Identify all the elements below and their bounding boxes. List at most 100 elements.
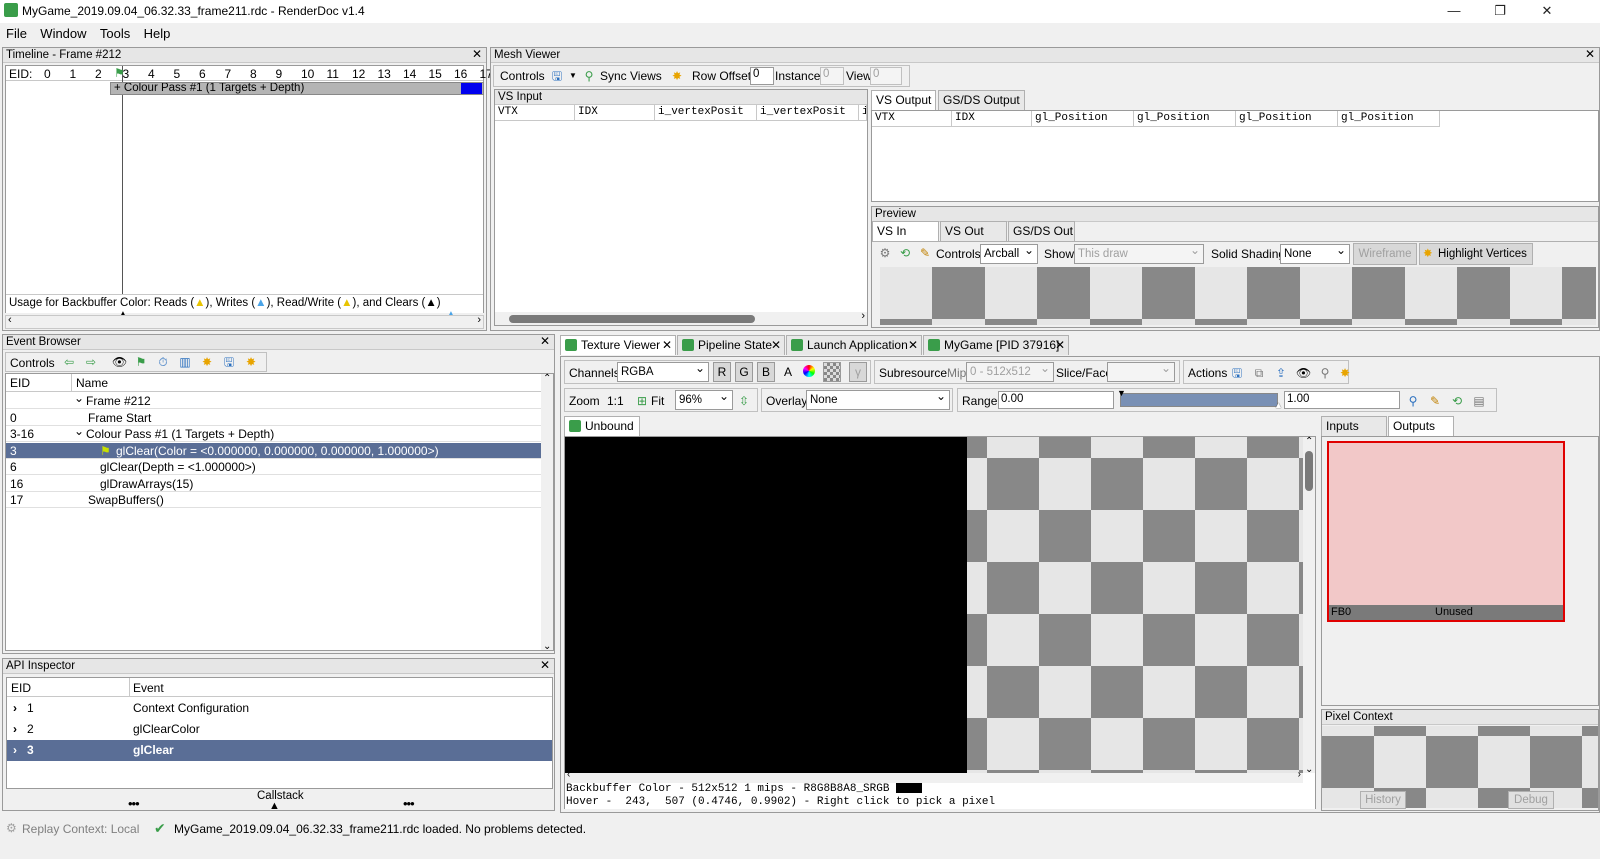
callstack-label[interactable]: Callstack bbox=[257, 790, 304, 802]
pipeline-state-tab-close-icon[interactable]: ✕ bbox=[771, 338, 781, 353]
vs-input-col-position-2[interactable]: i_vertexPosit bbox=[757, 105, 859, 121]
texture-scroll-down-icon[interactable]: ⌄ bbox=[1305, 764, 1313, 775]
range-slider[interactable] bbox=[1120, 393, 1278, 407]
save-icon[interactable]: 🖫 bbox=[550, 69, 564, 83]
eid-tick[interactable]: 12 bbox=[352, 67, 365, 81]
vs-output-col-vtx[interactable]: VTX bbox=[872, 111, 952, 127]
tab-texture-viewer[interactable]: Texture Viewer ✕ bbox=[560, 335, 676, 355]
bookmark-flag-icon[interactable]: ⚑ bbox=[134, 355, 148, 369]
left-more-dots[interactable]: ••• bbox=[128, 796, 140, 811]
flip-y-icon[interactable]: ⇳ bbox=[737, 394, 751, 408]
tab-unbound[interactable]: Unbound bbox=[564, 416, 640, 436]
expand-chevron-icon[interactable]: ⌄ bbox=[74, 390, 84, 406]
texture-scroll-left-icon[interactable]: ‹ bbox=[567, 769, 570, 780]
chart-icon[interactable]: ▥ bbox=[178, 355, 192, 369]
row-offset-input[interactable]: 0 bbox=[750, 67, 774, 85]
vs-input-col-position[interactable]: i_vertexPosit bbox=[655, 105, 757, 121]
right-more-dots[interactable]: ••• bbox=[403, 796, 415, 811]
event-col-eid[interactable]: EID bbox=[10, 376, 30, 390]
minimize-button[interactable]: — bbox=[1431, 2, 1477, 20]
reset-camera-icon[interactable]: ⟲ bbox=[898, 246, 912, 260]
find-binoculars-icon[interactable]: 👁 bbox=[112, 355, 127, 369]
range-max-input[interactable]: 1.00 bbox=[1284, 391, 1400, 409]
channel-r-toggle[interactable]: R bbox=[713, 362, 731, 382]
eid-tick[interactable]: 9 bbox=[276, 67, 283, 81]
highlight-gear-icon[interactable]: ✸ bbox=[670, 69, 684, 83]
texture-scroll-right-icon[interactable]: › bbox=[1298, 769, 1301, 780]
menu-help[interactable]: Help bbox=[138, 23, 175, 41]
zoom-1to1-button[interactable]: 1:1 bbox=[607, 394, 624, 408]
export-save-icon[interactable]: 🖫 bbox=[222, 355, 236, 369]
tab-vs-out[interactable]: VS Out bbox=[940, 221, 1007, 241]
save-texture-icon[interactable]: 🖫 bbox=[1230, 366, 1244, 380]
texture-hscrollbar[interactable]: ‹ › bbox=[565, 769, 1303, 783]
debug-button[interactable]: Debug bbox=[1508, 791, 1554, 809]
eid-tick[interactable]: 13 bbox=[378, 67, 391, 81]
channel-b-toggle[interactable]: B bbox=[757, 362, 775, 382]
texture-vscrollbar[interactable]: ⌃ ⌄ bbox=[1303, 436, 1315, 775]
tab-vs-in[interactable]: VS In bbox=[872, 221, 939, 241]
timeline-close-icon[interactable]: ✕ bbox=[472, 48, 482, 61]
vs-output-col-gl-position-3[interactable]: gl_Position bbox=[1236, 111, 1338, 127]
eid-tick[interactable]: 11 bbox=[327, 67, 339, 81]
tab-inputs[interactable]: Inputs bbox=[1321, 416, 1387, 436]
event-row[interactable]: 17 SwapBuffers() bbox=[6, 492, 541, 508]
event-browser-close-icon[interactable]: ✕ bbox=[540, 335, 550, 348]
eid-tick[interactable]: 16 bbox=[454, 67, 467, 81]
texture-scroll-up-icon[interactable]: ⌃ bbox=[1305, 436, 1313, 447]
auto-fit-icon[interactable]: ✎ bbox=[1428, 394, 1442, 408]
tab-gs-ds-output[interactable]: GS/DS Output bbox=[938, 90, 1025, 110]
event-row[interactable]: 3-16 ⌄ Colour Pass #1 (1 Targets + Depth) bbox=[6, 424, 541, 442]
custom-shader-icon[interactable] bbox=[803, 365, 815, 377]
scroll-down-icon[interactable]: ⌄ bbox=[543, 641, 551, 652]
api-col-event[interactable]: Event bbox=[133, 681, 164, 695]
event-col-name[interactable]: Name bbox=[76, 376, 108, 390]
api-event-row[interactable]: › 3 glClear bbox=[7, 740, 552, 761]
callstack-expand-icon[interactable]: ▲ bbox=[269, 800, 280, 812]
event-tree-vscrollbar[interactable]: ⌃ ⌄ bbox=[541, 373, 553, 652]
fit-button[interactable]: Fit bbox=[651, 394, 664, 408]
eid-tick[interactable]: 15 bbox=[429, 67, 442, 81]
forward-arrow-icon[interactable]: ⇨ bbox=[84, 355, 98, 369]
texture-viewer-tab-close-icon[interactable]: ✕ bbox=[662, 338, 672, 353]
api-event-row[interactable]: › 1 Context Configuration bbox=[7, 698, 552, 719]
eid-tick[interactable]: 2 bbox=[95, 67, 102, 81]
event-row[interactable]: 3 ⚑ glClear(Color = <0.000000, 0.000000, 0… bbox=[6, 442, 541, 459]
wireframe-toggle[interactable]: Wireframe bbox=[1353, 243, 1417, 265]
event-row[interactable]: 6 glClear(Depth = <1.000000>) bbox=[6, 459, 541, 475]
gamma-toggle-icon[interactable]: γ bbox=[849, 362, 867, 382]
api-col-eid[interactable]: EID bbox=[11, 681, 31, 695]
vs-output-col-idx[interactable]: IDX bbox=[952, 111, 1032, 127]
vs-output-col-gl-position-2[interactable]: gl_Position bbox=[1134, 111, 1236, 127]
api-inspector-close-icon[interactable]: ✕ bbox=[540, 659, 550, 672]
event-row[interactable]: 16 glDrawArrays(15) bbox=[6, 476, 541, 492]
close-window-button[interactable]: ✕ bbox=[1524, 2, 1570, 20]
copy-icon[interactable]: ⧉ bbox=[1252, 366, 1266, 380]
api-event-row[interactable]: › 2 glClearColor bbox=[7, 719, 552, 740]
eyedropper-icon[interactable]: ✎ bbox=[918, 246, 932, 260]
tab-outputs[interactable]: Outputs bbox=[1388, 416, 1454, 436]
vs-input-col-vtx[interactable]: VTX bbox=[495, 105, 575, 121]
replay-context-icon[interactable]: ⚙ bbox=[6, 821, 17, 835]
eid-tick[interactable]: 7 bbox=[225, 67, 232, 81]
tab-launch-application[interactable]: Launch Application ✕ bbox=[786, 335, 922, 355]
colour-pass-bar[interactable]: + Colour Pass #1 (1 Targets + Depth) bbox=[110, 82, 484, 95]
scroll-left-icon[interactable]: ‹ bbox=[8, 314, 12, 326]
launch-application-tab-close-icon[interactable]: ✕ bbox=[908, 338, 918, 353]
dropdown-arrow-icon[interactable]: ▼ bbox=[566, 69, 580, 83]
time-durations-icon[interactable]: ⏱ bbox=[156, 355, 170, 369]
eid-tick[interactable]: 5 bbox=[174, 67, 181, 81]
menu-window[interactable]: Window bbox=[34, 23, 90, 41]
menu-file[interactable]: File bbox=[0, 23, 31, 41]
eid-tick[interactable]: 4 bbox=[148, 67, 155, 81]
vs-output-col-gl-position-1[interactable]: gl_Position bbox=[1032, 111, 1134, 127]
show-select[interactable]: This draw bbox=[1074, 243, 1204, 264]
fb0-thumbnail[interactable]: FB0 Unused bbox=[1327, 441, 1565, 622]
channel-g-toggle[interactable]: G bbox=[735, 362, 753, 382]
tab-mygame-pid[interactable]: MyGame [PID 37916] ✕ bbox=[923, 335, 1069, 355]
reset-range-icon[interactable]: ⟲ bbox=[1450, 394, 1464, 408]
range-black-handle-icon[interactable]: ▼ bbox=[1117, 388, 1126, 398]
eid-tick[interactable]: 1 bbox=[70, 67, 77, 81]
tab-vs-output[interactable]: VS Output bbox=[871, 90, 937, 110]
replay-context-label[interactable]: Replay Context: Local bbox=[22, 822, 139, 836]
